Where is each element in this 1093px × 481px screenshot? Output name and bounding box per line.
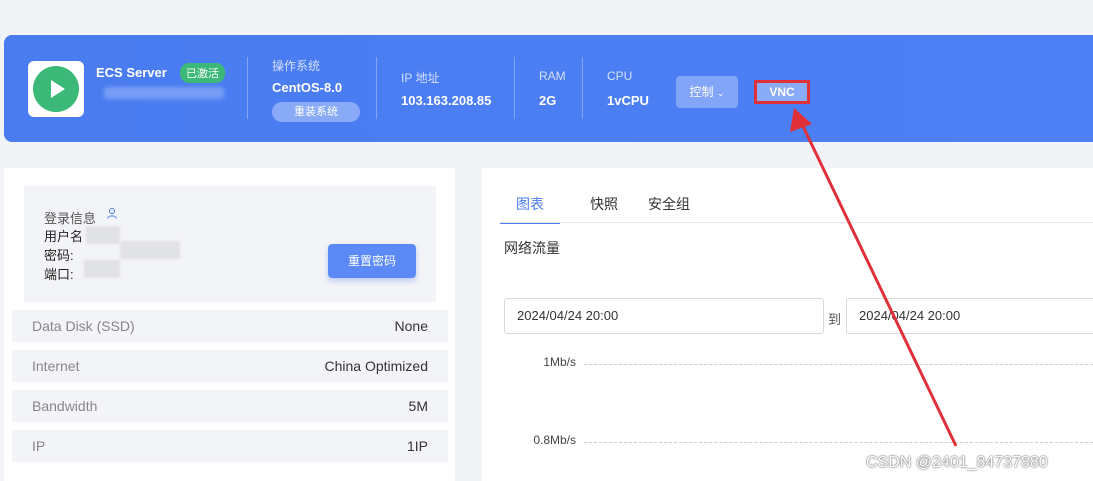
annotation-arrow-icon xyxy=(790,108,958,447)
watermark: CSDN @2401_84737880 xyxy=(866,454,1048,471)
